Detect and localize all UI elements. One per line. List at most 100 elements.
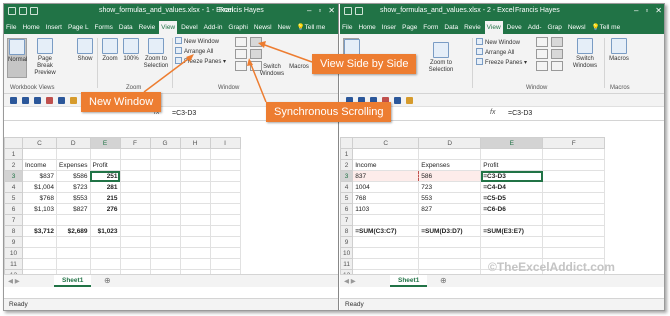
close-icon[interactable]: ✕ bbox=[328, 6, 335, 15]
row-header[interactable]: 7 bbox=[340, 214, 354, 226]
tab-review[interactable]: Revie bbox=[462, 21, 483, 34]
cell-empty[interactable] bbox=[149, 225, 181, 237]
qat-undo-icon[interactable] bbox=[22, 97, 29, 104]
cell-c10[interactable] bbox=[22, 247, 57, 259]
cell-e3[interactable]: 251 bbox=[89, 170, 121, 182]
cell-empty[interactable] bbox=[149, 236, 181, 248]
cell-empty[interactable] bbox=[542, 214, 606, 226]
tab-new[interactable]: New bbox=[276, 21, 293, 34]
cell-empty[interactable] bbox=[209, 181, 241, 193]
cell-d9[interactable] bbox=[56, 236, 91, 248]
cell-c8[interactable]: $3,712 bbox=[22, 225, 57, 237]
cell-d10[interactable] bbox=[418, 247, 482, 259]
cell-empty[interactable] bbox=[179, 159, 211, 171]
cell-c6[interactable]: $1,103 bbox=[22, 203, 57, 215]
cell-e11[interactable] bbox=[89, 258, 121, 270]
cell-d8[interactable]: $2,689 bbox=[56, 225, 91, 237]
cell-d3[interactable]: 586 bbox=[418, 170, 482, 182]
cell-d1[interactable] bbox=[418, 148, 482, 160]
tab-add-ins[interactable]: Add- bbox=[526, 21, 544, 34]
undo-icon[interactable] bbox=[355, 7, 363, 15]
row-header[interactable]: 3 bbox=[340, 170, 354, 182]
cell-c11[interactable] bbox=[352, 258, 420, 270]
freeze-panes-button[interactable]: Freeze Panes ▾ bbox=[175, 57, 226, 67]
row-header[interactable]: 11 bbox=[4, 258, 23, 270]
column-header[interactable]: I bbox=[209, 137, 241, 149]
cell-empty[interactable] bbox=[209, 192, 241, 204]
cell-empty[interactable] bbox=[119, 247, 151, 259]
synchronous-scrolling-button[interactable] bbox=[250, 49, 262, 59]
cell-d3[interactable]: $586 bbox=[56, 170, 91, 182]
cell-d8[interactable]: =SUM(D3:D7) bbox=[418, 225, 482, 237]
column-header[interactable]: H bbox=[179, 137, 211, 149]
column-header[interactable]: G bbox=[149, 137, 181, 149]
cell-e10[interactable] bbox=[89, 247, 121, 259]
qat-redo-icon[interactable] bbox=[34, 97, 41, 104]
column-header[interactable]: C bbox=[22, 137, 57, 149]
row-header[interactable]: 11 bbox=[340, 258, 354, 270]
row-header[interactable]: 1 bbox=[4, 148, 23, 160]
row-header[interactable]: 10 bbox=[4, 247, 23, 259]
cell-empty[interactable] bbox=[209, 225, 241, 237]
tab-file[interactable]: File bbox=[4, 21, 18, 34]
cell-empty[interactable] bbox=[179, 192, 211, 204]
hide-button[interactable] bbox=[536, 49, 548, 59]
cell-empty[interactable] bbox=[209, 236, 241, 248]
cell-c7[interactable] bbox=[22, 214, 57, 226]
cell-c11[interactable] bbox=[22, 258, 57, 270]
qat-print-icon[interactable] bbox=[394, 97, 401, 104]
cell-empty[interactable] bbox=[542, 148, 606, 160]
switch-windows-button[interactable]: Switch Windows bbox=[259, 64, 285, 78]
row-header[interactable]: 2 bbox=[4, 159, 23, 171]
cell-c4[interactable]: $1,004 bbox=[22, 181, 57, 193]
row-header[interactable]: 4 bbox=[340, 181, 354, 193]
cell-c9[interactable] bbox=[22, 236, 57, 248]
cell-c4[interactable]: 1004 bbox=[352, 181, 420, 193]
cell-empty[interactable] bbox=[209, 159, 241, 171]
row-header[interactable]: 5 bbox=[4, 192, 23, 204]
restore-icon[interactable]: ▫ bbox=[645, 6, 648, 15]
freeze-panes-button[interactable]: Freeze Panes ▾ bbox=[476, 58, 527, 68]
row-header[interactable]: 10 bbox=[340, 247, 354, 259]
cell-empty[interactable] bbox=[542, 247, 606, 259]
sheet-tab-sheet1[interactable]: Sheet1 bbox=[54, 275, 92, 287]
arrange-all-button[interactable]: Arrange All bbox=[175, 47, 213, 57]
cell-empty[interactable] bbox=[209, 247, 241, 259]
tab-add-ins[interactable]: Add-in bbox=[202, 21, 225, 34]
row-header[interactable]: 6 bbox=[4, 203, 23, 215]
zoom-button[interactable]: Zoom bbox=[100, 38, 120, 63]
cell-c8[interactable]: =SUM(C3:C7) bbox=[352, 225, 420, 237]
cell-e5[interactable]: =C5-D5 bbox=[480, 192, 544, 204]
qat-print-icon[interactable] bbox=[58, 97, 65, 104]
sheet-table[interactable]: C D E F G H I 1 2 Income Expenses Profit 3 $837 $586 25… bbox=[4, 137, 241, 281]
cell-empty[interactable] bbox=[209, 214, 241, 226]
zoom-to-selection-button[interactable]: Zoom to Selection bbox=[428, 42, 454, 74]
formula-input[interactable]: =C3-D3 bbox=[508, 110, 532, 117]
cell-e8[interactable]: =SUM(E3:E7) bbox=[480, 225, 544, 237]
cell-empty[interactable] bbox=[149, 214, 181, 226]
cell-d4[interactable]: 723 bbox=[418, 181, 482, 193]
worksheet-grid[interactable]: C D E F G H I 1 2 Income Expenses Profit 3 $837 $586 25… bbox=[4, 137, 241, 281]
cell-empty[interactable] bbox=[119, 159, 151, 171]
add-sheet-icon[interactable]: ⊕ bbox=[104, 276, 111, 285]
close-icon[interactable]: ✕ bbox=[655, 6, 662, 15]
tab-home[interactable]: Home bbox=[20, 21, 41, 34]
cell-empty[interactable] bbox=[542, 203, 606, 215]
tell-me-box[interactable]: 💡Tell me bbox=[295, 20, 328, 34]
switch-windows-button[interactable]: Switch Windows bbox=[570, 38, 600, 70]
row-header[interactable]: 2 bbox=[340, 159, 354, 171]
cell-empty[interactable] bbox=[119, 203, 151, 215]
new-window-button[interactable]: New Window bbox=[175, 37, 219, 47]
show-button[interactable]: Show bbox=[76, 38, 94, 63]
view-side-by-side-button[interactable] bbox=[551, 37, 563, 47]
cell-e9[interactable] bbox=[89, 236, 121, 248]
cell-empty[interactable] bbox=[149, 159, 181, 171]
cell-empty[interactable] bbox=[119, 214, 151, 226]
unhide-button[interactable] bbox=[536, 61, 548, 71]
tab-developer[interactable]: Devel bbox=[179, 21, 200, 34]
cell-c1[interactable] bbox=[352, 148, 420, 160]
synchronous-scrolling-button[interactable] bbox=[551, 49, 563, 59]
cell-empty[interactable] bbox=[149, 181, 181, 193]
add-sheet-icon[interactable]: ⊕ bbox=[440, 276, 447, 285]
cell-e7[interactable] bbox=[89, 214, 121, 226]
